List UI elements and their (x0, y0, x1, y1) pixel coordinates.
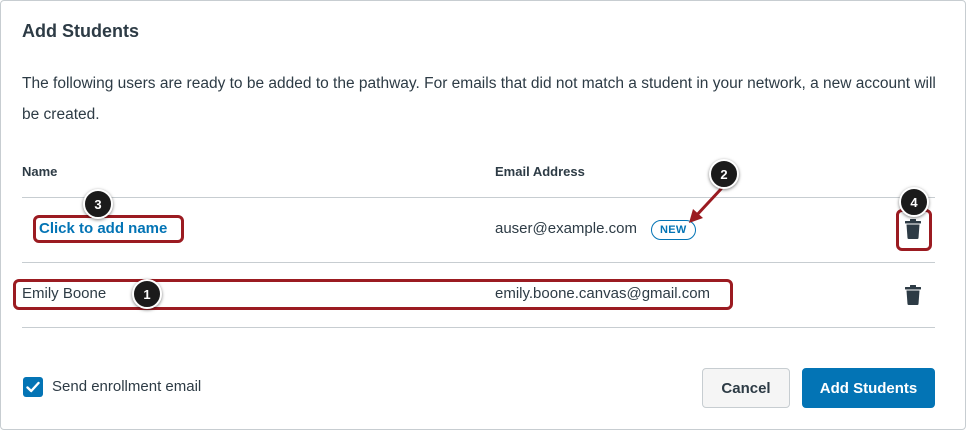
checkmark-icon (26, 381, 40, 393)
divider (22, 327, 935, 328)
column-header-name: Name (22, 164, 58, 179)
add-students-button[interactable]: Add Students (802, 368, 935, 408)
dialog-description: The following users are ready to be adde… (22, 75, 936, 123)
email-cell: auser@example.com (495, 220, 637, 237)
callout-1: 1 (132, 279, 162, 309)
trash-icon (905, 285, 921, 305)
enrollment-email-checkbox[interactable] (23, 377, 43, 397)
column-header-email: Email Address (495, 164, 585, 179)
callout-4: 4 (899, 187, 929, 217)
callout-2: 2 (709, 159, 739, 189)
divider (22, 262, 935, 263)
callout-3: 3 (83, 189, 113, 219)
divider (22, 197, 935, 198)
highlight-box-row (13, 279, 733, 310)
cancel-button[interactable]: Cancel (702, 368, 790, 408)
dialog-title: Add Students (22, 21, 139, 41)
highlight-box-add-name (33, 215, 184, 243)
delete-row-button[interactable] (905, 285, 921, 305)
add-students-dialog: Add Students The following users are rea… (0, 0, 966, 430)
enrollment-email-label[interactable]: Send enrollment email (52, 378, 201, 395)
